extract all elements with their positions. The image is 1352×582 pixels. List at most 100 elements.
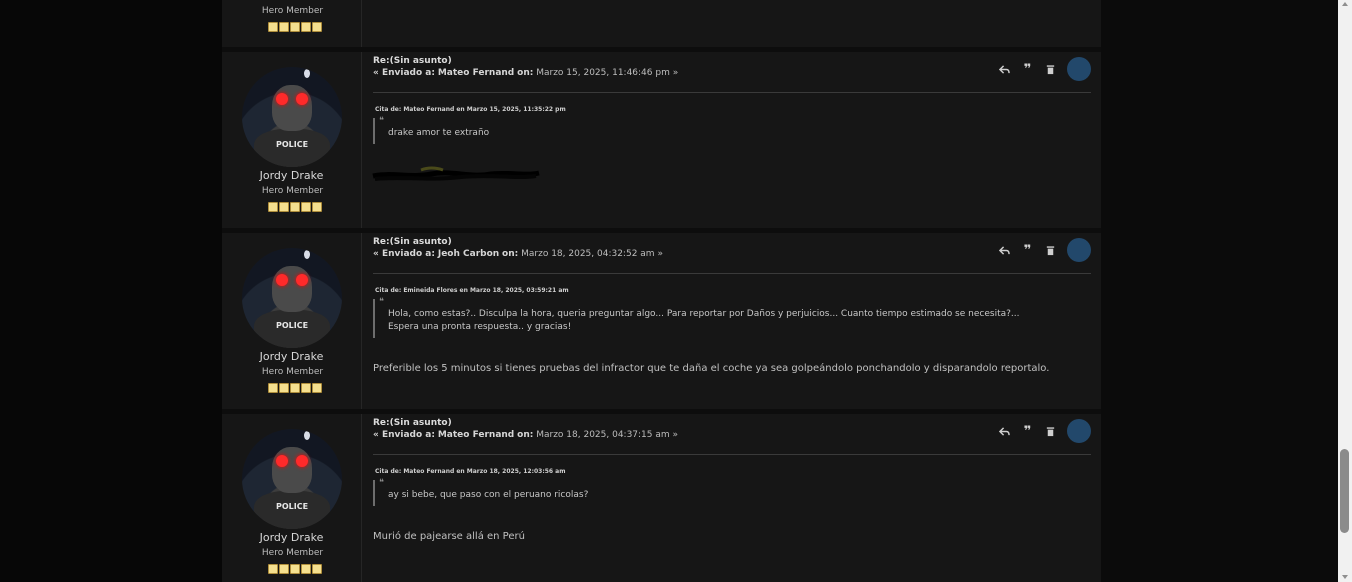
author-panel: POLICE Jordy Drake Hero Member <box>222 414 362 582</box>
quote-mark-icon: ❝ <box>379 116 384 126</box>
author-name[interactable]: Jordy Drake <box>222 169 361 182</box>
avatar-police-text: POLICE <box>275 321 309 330</box>
post-subject[interactable]: Re:(Sin asunto) <box>373 56 452 66</box>
page-scrollbar[interactable] <box>1338 0 1352 582</box>
forum-post: POLICE Jordy Drake Hero Member Re:(Sin a… <box>222 414 1101 582</box>
star-icon <box>268 22 278 32</box>
post-body-text: Murió de pajearse allá en Perú <box>373 531 525 542</box>
quote-icon[interactable]: ❞ <box>1016 239 1039 262</box>
quote-cite[interactable]: Cita de: Mateo Fernand en Marzo 15, 2025… <box>375 106 566 113</box>
author-rank: Hero Member <box>261 367 324 377</box>
post-divider <box>373 273 1091 274</box>
author-panel: POLICE Jordy Drake Hero Member <box>222 233 362 409</box>
gas-mask-icon <box>272 447 312 493</box>
post-partial-top: Hero Member <box>222 0 1101 47</box>
quote-cite[interactable]: Cita de: Mateo Fernand en Marzo 18, 2025… <box>375 468 565 475</box>
moon-icon <box>304 250 310 259</box>
meta-prefix: « Enviado a: <box>373 430 435 440</box>
star-icon <box>290 383 300 393</box>
reply-icon[interactable] <box>993 58 1016 81</box>
quote-cite[interactable]: Cita de: Emineida Flores en Marzo 18, 20… <box>375 287 569 294</box>
redacted-scribble <box>372 166 540 181</box>
post-divider <box>373 454 1091 455</box>
avatar[interactable]: POLICE <box>242 248 342 348</box>
post-actions: ❞ <box>993 419 1091 443</box>
star-icon <box>312 383 322 393</box>
post-options-button[interactable] <box>1067 419 1091 443</box>
author-rank: Hero Member <box>261 186 324 196</box>
rank-stars <box>268 564 322 574</box>
right-margin <box>1101 0 1338 582</box>
star-icon <box>301 202 311 212</box>
gas-mask-icon <box>272 266 312 312</box>
author-panel: Hero Member <box>222 0 362 47</box>
post-options-button[interactable] <box>1067 238 1091 262</box>
star-icon <box>268 383 278 393</box>
star-icon <box>290 202 300 212</box>
gas-mask-icon <box>272 85 312 131</box>
post-body-text: Preferible los 5 minutos si tienes prueb… <box>373 363 1050 374</box>
star-icon <box>290 22 300 32</box>
post-date: Marzo 18, 2025, 04:37:15 am <box>536 430 670 440</box>
meta-on-label: on: <box>502 249 519 259</box>
delete-icon[interactable] <box>1039 58 1062 81</box>
post-meta: « Enviado a: Mateo Fernand on: Marzo 15,… <box>373 68 678 78</box>
avatar-police-text: POLICE <box>275 140 309 149</box>
recipient-name[interactable]: Jeoh Carbon <box>438 249 499 259</box>
author-name[interactable]: Jordy Drake <box>222 531 361 544</box>
avatar[interactable]: POLICE <box>242 67 342 167</box>
quote-mark-icon: ❝ <box>379 297 384 307</box>
star-icon <box>268 564 278 574</box>
reply-icon[interactable] <box>993 239 1016 262</box>
star-icon <box>279 383 289 393</box>
avatar-police-text: POLICE <box>275 502 309 511</box>
post-content: Re:(Sin asunto) « Enviado a: Mateo Ferna… <box>373 414 1091 582</box>
avatar[interactable]: POLICE <box>242 429 342 529</box>
delete-icon[interactable] <box>1039 420 1062 443</box>
meta-prefix: « Enviado a: <box>373 68 435 78</box>
meta-on-label: on: <box>517 68 534 78</box>
star-icon <box>301 22 311 32</box>
author-rank: Hero Member <box>261 548 324 558</box>
post-divider <box>373 92 1091 93</box>
delete-icon[interactable] <box>1039 239 1062 262</box>
star-icon <box>279 564 289 574</box>
meta-on-label: on: <box>517 430 534 440</box>
quote-block: ❝ Hola, como estas?.. Disculpa la hora, … <box>373 297 1048 338</box>
quote-icon[interactable]: ❞ <box>1016 420 1039 443</box>
star-icon <box>312 202 322 212</box>
scroll-down-icon[interactable] <box>1342 575 1348 579</box>
star-icon <box>279 22 289 32</box>
post-options-button[interactable] <box>1067 57 1091 81</box>
quote-text: Hola, como estas?.. Disculpa la hora, qu… <box>388 309 1020 332</box>
recipient-name[interactable]: Mateo Fernand <box>438 430 514 440</box>
forum-post: POLICE Jordy Drake Hero Member Re:(Sin a… <box>222 233 1101 409</box>
post-date: Marzo 18, 2025, 04:32:52 am <box>521 249 655 259</box>
meta-suffix: » <box>672 430 679 440</box>
recipient-name[interactable]: Mateo Fernand <box>438 68 514 78</box>
author-name[interactable]: Jordy Drake <box>222 350 361 363</box>
star-icon <box>268 202 278 212</box>
reply-icon[interactable] <box>993 420 1016 443</box>
scroll-up-icon[interactable] <box>1342 2 1348 6</box>
star-icon <box>312 564 322 574</box>
meta-suffix: » <box>657 249 663 259</box>
post-meta: « Enviado a: Mateo Fernand on: Marzo 18,… <box>373 430 678 440</box>
post-subject[interactable]: Re:(Sin asunto) <box>373 418 452 428</box>
star-icon <box>312 22 322 32</box>
quote-block: ❝ ay si bebe, que paso con el peruano ri… <box>373 478 1088 506</box>
post-subject[interactable]: Re:(Sin asunto) <box>373 237 452 247</box>
rank-stars <box>268 202 322 212</box>
post-actions: ❞ <box>993 57 1091 81</box>
star-icon <box>290 564 300 574</box>
author-panel: POLICE Jordy Drake Hero Member <box>222 52 362 228</box>
post-date: Marzo 15, 2025, 11:46:46 pm <box>536 68 670 78</box>
forum-post: POLICE Jordy Drake Hero Member Re:(Sin a… <box>222 52 1101 228</box>
quote-icon[interactable]: ❞ <box>1016 58 1039 81</box>
author-rank: Hero Member <box>261 6 324 16</box>
star-icon <box>301 564 311 574</box>
post-meta: « Enviado a: Jeoh Carbon on: Marzo 18, 2… <box>373 249 663 259</box>
rank-stars <box>268 383 322 393</box>
rank-stars <box>268 22 322 32</box>
scrollbar-thumb[interactable] <box>1340 449 1349 533</box>
